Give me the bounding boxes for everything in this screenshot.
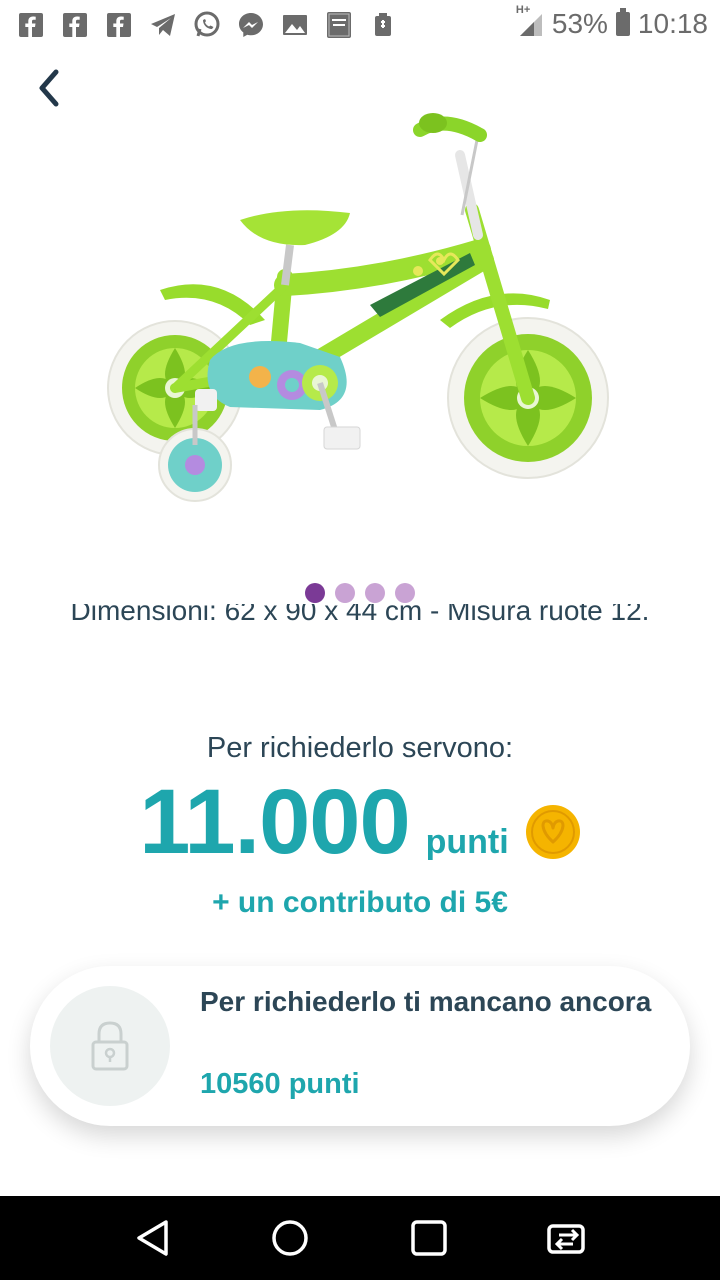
price-value: 11.000 (139, 771, 410, 873)
facebook-icon (60, 10, 90, 40)
lock-icon (91, 1021, 129, 1071)
messenger-icon (236, 10, 266, 40)
facebook-icon (16, 10, 46, 40)
back-button[interactable] (26, 66, 70, 110)
price-unit: punti (425, 823, 509, 861)
nav-back-button[interactable] (128, 1214, 176, 1262)
signal-icon: H+ (516, 4, 544, 38)
missing-points-title: Per richiederlo ti mancano ancora (200, 986, 652, 1017)
nav-switch-button[interactable] (544, 1214, 592, 1262)
missing-points-value: 10560 punti (200, 1068, 360, 1100)
coin-icon (525, 804, 580, 859)
navigation-bar (0, 1196, 720, 1280)
carousel-dot[interactable] (395, 583, 415, 603)
description-container: Dimensioni: 62 x 90 x 44 cm - Misura ruo… (0, 604, 720, 684)
chevron-left-icon (39, 69, 59, 107)
product-description: Dimensioni: 62 x 90 x 44 cm - Misura ruo… (70, 604, 650, 626)
battery-percent: 53% (551, 8, 608, 39)
carousel-dots (0, 583, 720, 603)
contribution-text: + un contributo di 5€ (212, 886, 508, 919)
lock-badge (50, 986, 170, 1106)
whatsapp-icon (192, 10, 222, 40)
missing-points-card: Per richiederlo ti mancano ancora 10560 … (30, 966, 690, 1126)
triangle-back-icon (137, 1220, 168, 1256)
price-row: 11.000 punti (0, 770, 720, 875)
carousel-dot[interactable] (365, 583, 385, 603)
gallery-icon (280, 10, 310, 40)
clock: 10:18 (637, 8, 708, 39)
sim-icon (368, 10, 398, 40)
system-status: H+ 53% 10:18 (516, 4, 708, 40)
switch-apps-icon (547, 1224, 585, 1254)
requirement-label: Per richiederlo servono: (206, 732, 514, 764)
product-image[interactable] (100, 95, 620, 515)
carousel-dot[interactable] (335, 583, 355, 603)
status-bar: H+ 53% 10:18 (0, 0, 720, 50)
square-recents-icon (411, 1220, 447, 1256)
nav-home-button[interactable] (266, 1214, 314, 1262)
telegram-icon (148, 10, 178, 40)
holy-bible-icon (324, 10, 354, 40)
nav-recents-button[interactable] (405, 1214, 453, 1262)
carousel-dot[interactable] (305, 583, 325, 603)
battery-icon (615, 8, 630, 36)
facebook-icon (104, 10, 134, 40)
circle-home-icon (272, 1220, 308, 1256)
notification-icons (16, 10, 398, 40)
